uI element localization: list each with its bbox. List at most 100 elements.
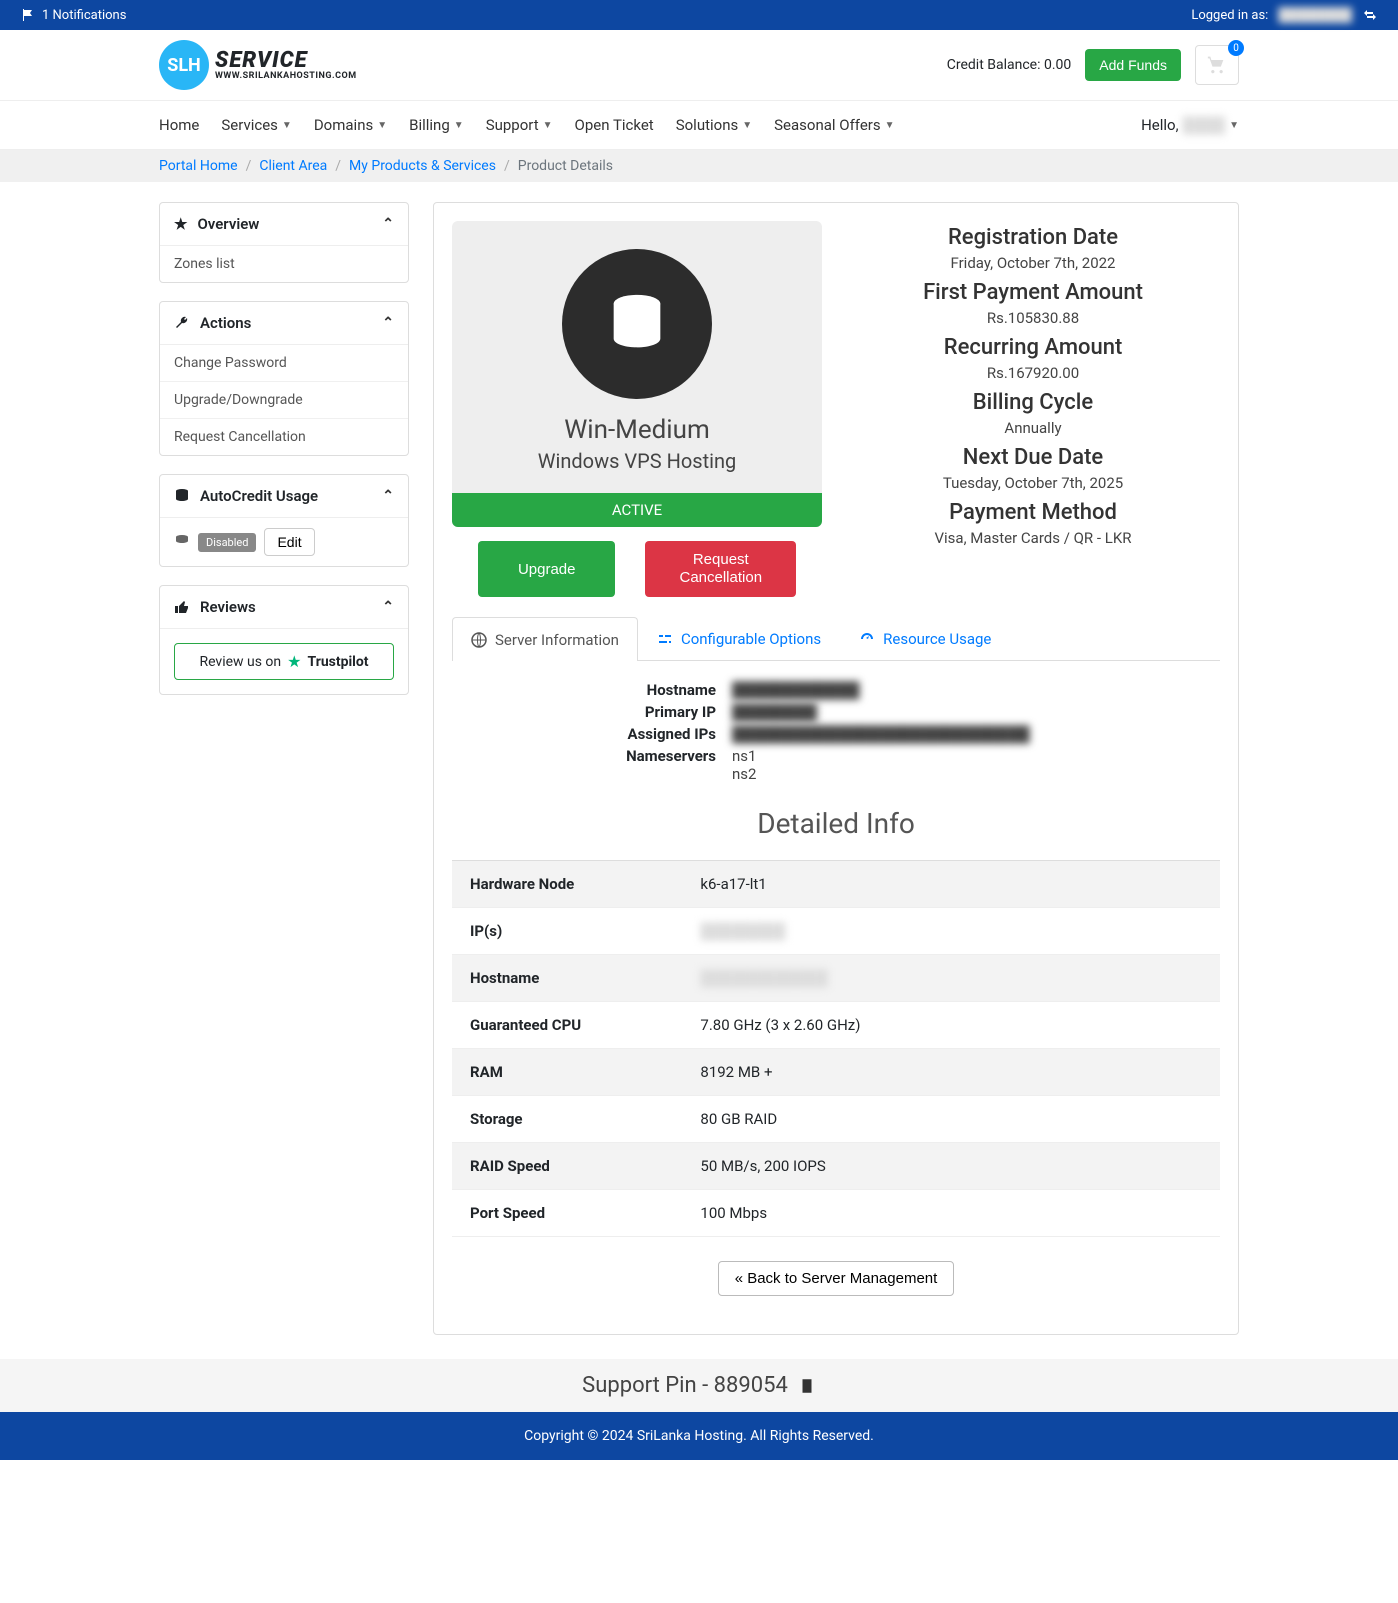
back-button[interactable]: « Back to Server Management xyxy=(718,1261,955,1296)
panel-autocredit-header[interactable]: AutoCredit Usage ⌃ xyxy=(160,475,408,518)
caret-icon: ▼ xyxy=(377,120,387,131)
logo-service: SERVICE xyxy=(215,50,357,72)
tab-configurable[interactable]: Configurable Options xyxy=(638,617,840,660)
autocredit-edit-button[interactable]: Edit xyxy=(264,528,314,556)
nav-support[interactable]: Support▼ xyxy=(486,116,553,134)
caret-icon: ▼ xyxy=(454,120,464,131)
nav-home[interactable]: Home xyxy=(159,116,199,134)
billing-details: Registration Date Friday, October 7th, 2… xyxy=(846,221,1220,597)
chevron-up-icon: ⌃ xyxy=(382,599,394,615)
panel-overview-header[interactable]: ★Overview ⌃ xyxy=(160,203,408,246)
autocredit-status: Disabled xyxy=(198,533,256,552)
chevron-up-icon: ⌃ xyxy=(382,216,394,232)
table-row: Guaranteed CPU7.80 GHz (3 x 2.60 GHz) xyxy=(452,1002,1220,1049)
table-row: Port Speed100 Mbps xyxy=(452,1190,1220,1237)
due-label: Next Due Date xyxy=(846,445,1220,470)
main-content: Win-Medium Windows VPS Hosting ACTIVE Up… xyxy=(433,202,1239,1335)
nav-services[interactable]: Services▼ xyxy=(221,116,291,134)
cart-icon xyxy=(1207,55,1227,75)
chevron-up-icon: ⌃ xyxy=(382,315,394,331)
request-cancellation-button[interactable]: RequestCancellation xyxy=(645,541,796,597)
panel-overview: ★Overview ⌃ Zones list xyxy=(159,202,409,283)
nav-seasonal[interactable]: Seasonal Offers▼ xyxy=(774,116,894,134)
caret-icon: ▼ xyxy=(885,120,895,131)
gauge-icon xyxy=(859,631,875,647)
caret-icon: ▼ xyxy=(282,120,292,131)
database-large-icon xyxy=(562,249,712,399)
breadcrumb-products[interactable]: My Products & Services xyxy=(349,158,496,174)
logo-sub: WWW.SRILANKAHOSTING.COM xyxy=(215,72,357,81)
first-pay: Rs.105830.88 xyxy=(846,309,1220,327)
breadcrumb-portal-home[interactable]: Portal Home xyxy=(159,158,238,174)
panel-actions-header[interactable]: Actions ⌃ xyxy=(160,302,408,345)
product-name: Win-Medium xyxy=(472,415,802,445)
notifications-link[interactable]: 1 Notifications xyxy=(20,7,126,23)
star-icon: ★ xyxy=(287,652,301,671)
product-status: ACTIVE xyxy=(452,493,822,527)
nameservers-label: Nameservers xyxy=(452,747,732,783)
logo[interactable]: SLH SERVICE WWW.SRILANKAHOSTING.COM xyxy=(159,40,357,90)
panel-actions: Actions ⌃ Change Password Upgrade/Downgr… xyxy=(159,301,409,456)
upgrade-button[interactable]: Upgrade xyxy=(478,541,616,597)
flag-icon xyxy=(20,7,36,23)
nav-solutions[interactable]: Solutions▼ xyxy=(676,116,752,134)
cart-button[interactable]: 0 xyxy=(1195,45,1239,85)
panel-reviews-header[interactable]: Reviews ⌃ xyxy=(160,586,408,629)
recurring-label: Recurring Amount xyxy=(846,335,1220,360)
method-label: Payment Method xyxy=(846,500,1220,525)
table-row: Hostname████████████ xyxy=(452,955,1220,1002)
user-menu[interactable]: Hello, ████ ▼ xyxy=(1141,116,1239,134)
breadcrumb-current: Product Details xyxy=(518,158,613,174)
caret-icon: ▼ xyxy=(1229,120,1239,131)
hostname-label: Hostname xyxy=(452,681,732,699)
header: SLH SERVICE WWW.SRILANKAHOSTING.COM Cred… xyxy=(139,30,1259,100)
cycle: Annually xyxy=(846,419,1220,437)
support-pin: Support Pin - 889054 xyxy=(0,1359,1398,1412)
footer: Copyright © 2024 SriLanka Hosting. All R… xyxy=(0,1412,1398,1460)
assigned-ips-value: ████████████████████████████ xyxy=(732,725,1220,743)
recurring: Rs.167920.00 xyxy=(846,364,1220,382)
tab-resource[interactable]: Resource Usage xyxy=(840,617,1010,660)
nameservers-value: ns1 ns2 xyxy=(732,747,1220,783)
table-row: RAM8192 MB + xyxy=(452,1049,1220,1096)
method: Visa, Master Cards / QR - LKR xyxy=(846,529,1220,547)
notifications-text: 1 Notifications xyxy=(42,8,126,23)
add-funds-button[interactable]: Add Funds xyxy=(1085,49,1181,81)
sidebar-request-cancellation[interactable]: Request Cancellation xyxy=(160,419,408,455)
table-row: Hardware Nodek6-a17-lt1 xyxy=(452,861,1220,908)
table-row: IP(s)████████ xyxy=(452,908,1220,955)
top-bar: 1 Notifications Logged in as: ████████ xyxy=(0,0,1398,30)
database-icon xyxy=(174,488,190,504)
reg-date-label: Registration Date xyxy=(846,225,1220,250)
nav-open-ticket[interactable]: Open Ticket xyxy=(575,116,654,134)
star-icon: ★ xyxy=(174,215,187,233)
cart-count: 0 xyxy=(1228,40,1244,56)
swap-icon[interactable] xyxy=(1362,7,1378,23)
caret-icon: ▼ xyxy=(742,120,752,131)
sidebar-zones-list[interactable]: Zones list xyxy=(160,246,408,282)
credit-balance: Credit Balance: 0.00 xyxy=(947,57,1072,73)
chevron-up-icon: ⌃ xyxy=(382,488,394,504)
panel-autocredit: AutoCredit Usage ⌃ Disabled Edit xyxy=(159,474,409,567)
sidebar-upgrade-downgrade[interactable]: Upgrade/Downgrade xyxy=(160,382,408,419)
globe-icon xyxy=(471,632,487,648)
copy-icon[interactable] xyxy=(798,1377,816,1395)
tabs: Server Information Configurable Options … xyxy=(452,617,1220,661)
breadcrumb-client-area[interactable]: Client Area xyxy=(259,158,327,174)
sidebar: ★Overview ⌃ Zones list Actions ⌃ Change … xyxy=(159,202,409,1335)
logged-in-label: Logged in as: xyxy=(1191,8,1268,23)
cycle-label: Billing Cycle xyxy=(846,390,1220,415)
breadcrumb: Portal Home / Client Area / My Products … xyxy=(0,150,1398,182)
trustpilot-button[interactable]: Review us on ★ Trustpilot xyxy=(174,643,394,680)
product-category: Windows VPS Hosting xyxy=(472,449,802,473)
nav-billing[interactable]: Billing▼ xyxy=(409,116,464,134)
tab-server-info[interactable]: Server Information xyxy=(452,617,638,661)
sidebar-change-password[interactable]: Change Password xyxy=(160,345,408,382)
detailed-info-title: Detailed Info xyxy=(452,807,1220,840)
table-row: Storage80 GB RAID xyxy=(452,1096,1220,1143)
logged-in-user: ████████ xyxy=(1278,7,1352,23)
sliders-icon xyxy=(657,631,673,647)
thumbs-up-icon xyxy=(174,599,190,615)
table-row: RAID Speed50 MB/s, 200 IOPS xyxy=(452,1143,1220,1190)
nav-domains[interactable]: Domains▼ xyxy=(314,116,387,134)
